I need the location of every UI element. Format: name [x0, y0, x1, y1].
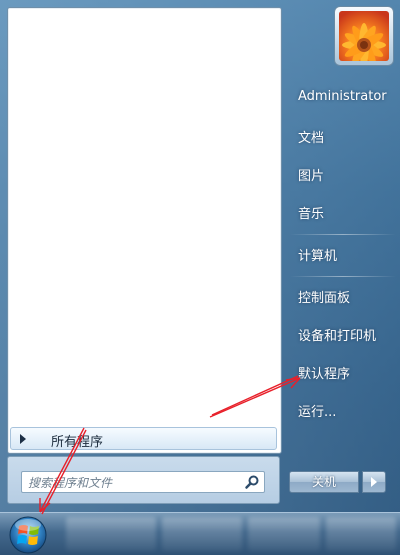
user-name-link[interactable]: Administrator	[298, 89, 387, 104]
flower-picture-icon	[339, 11, 389, 61]
taskbar	[0, 512, 400, 555]
taskbar-button-blurred[interactable]	[248, 517, 320, 551]
all-programs-label: 所有程序	[51, 435, 104, 450]
search-box[interactable]	[21, 471, 265, 493]
triangle-right-icon	[371, 477, 377, 487]
taskbar-button-blurred[interactable]	[162, 517, 242, 551]
start-button-windows-icon[interactable]	[4, 513, 52, 554]
menu-item-music[interactable]: 音乐	[298, 203, 324, 222]
menu-item-default-programs[interactable]: 默认程序	[298, 363, 350, 382]
search-area	[7, 456, 280, 504]
triangle-right-icon	[20, 434, 26, 444]
menu-separator	[290, 234, 396, 235]
search-icon[interactable]	[244, 474, 260, 490]
menu-separator	[290, 276, 396, 277]
menu-item-devices-printers[interactable]: 设备和打印机	[298, 325, 376, 344]
menu-item-control-panel[interactable]: 控制面板	[298, 287, 350, 306]
menu-item-run[interactable]: 运行...	[298, 401, 336, 420]
user-avatar[interactable]	[334, 6, 394, 66]
taskbar-button-blurred[interactable]	[326, 517, 396, 551]
taskbar-button-blurred[interactable]	[66, 517, 156, 551]
shutdown-options-button[interactable]	[362, 471, 386, 493]
program-list-pane	[7, 7, 282, 454]
menu-item-computer[interactable]: 计算机	[298, 245, 337, 264]
all-programs-button[interactable]: 所有程序	[10, 427, 277, 450]
menu-item-documents[interactable]: 文档	[298, 127, 324, 146]
search-input[interactable]	[26, 473, 240, 493]
menu-item-pictures[interactable]: 图片	[298, 165, 324, 184]
shutdown-button[interactable]: 关机	[289, 471, 359, 493]
